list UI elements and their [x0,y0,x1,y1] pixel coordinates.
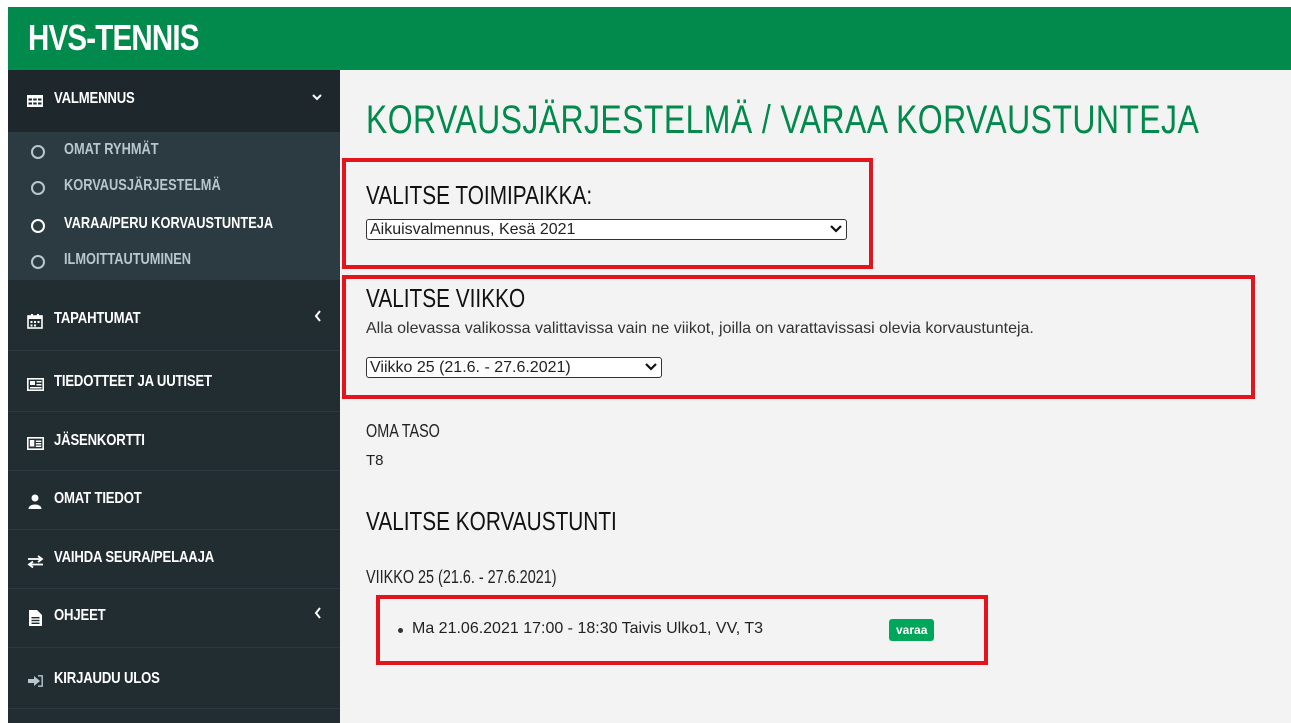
book-button[interactable]: varaa [889,619,935,641]
location-selected: Aikuisvalmennus, Kesä 2021 [370,221,576,238]
sidebar-item-label: VALMENNUS [54,90,135,107]
id-card-icon [26,434,44,452]
location-title: VALITSE TOIMIPAIKKA: [366,180,593,210]
submenu-label: ILMOITTAUTUMINEN [64,251,192,268]
sidebar-item-tapahtumat[interactable]: TAPAHTUMAT [8,292,340,351]
sidebar-item-valmennus[interactable]: VALMENNUS [8,70,340,132]
file-icon [26,609,44,627]
location-select[interactable]: Aikuisvalmennus, Kesä 2021 [366,219,847,240]
submenu-item-omat-ryhmat[interactable]: OMAT RYHMÄT [8,138,340,166]
sidebar-submenu: OMAT RYHMÄT KORVAUSJÄRJESTELMÄ VARAA/PER… [8,132,340,280]
level-value: T8 [366,452,384,469]
sidebar-item-label: JÄSENKORTTI [54,432,145,449]
chevron-left-icon [314,606,322,622]
sidebar-item-tiedotteet[interactable]: TIEDOTTEET JA UUTISET [8,353,340,412]
main-content: KORVAUSJÄRJESTELMÄ / VARAA KORVAUSTUNTEJ… [340,70,1291,723]
submenu-label: KORVAUSJÄRJESTELMÄ [64,177,221,194]
circle-icon [31,181,45,195]
sidebar-item-label: OMAT TIEDOT [54,490,142,507]
exchange-icon [26,552,44,570]
week-hint: Alla olevassa valikossa valittavissa vai… [366,320,1034,337]
calendar-icon [26,312,44,330]
top-header: HVS-TENNIS [8,7,1291,70]
highlight-box [342,158,873,269]
lesson-week-label: VIIKKO 25 (21.6. - 27.6.2021) [366,567,557,587]
submenu-label: OMAT RYHMÄT [64,141,159,158]
circle-icon [31,255,45,269]
chevron-down-icon [312,88,322,104]
lesson-slot: Ma 21.06.2021 17:00 - 18:30 Taivis Ulko1… [412,620,764,637]
sidebar-item-label: OHJEET [54,607,106,624]
submenu-item-ilmoittautuminen[interactable]: ILMOITTAUTUMINEN [8,248,340,276]
week-select[interactable]: Viikko 25 (21.6. - 27.6.2021) [366,357,662,378]
submenu-item-korvausjarjestelma[interactable]: KORVAUSJÄRJESTELMÄ [8,174,340,202]
week-title: VALITSE VIIKKO [366,283,526,313]
sidebar-item-vaihda-seura[interactable]: VAIHDA SEURA/PELAAJA [8,530,340,589]
sign-out-icon [26,672,44,690]
week-selected: Viikko 25 (21.6. - 27.6.2021) [370,359,571,376]
submenu-label: VARAA/PERU KORVAUSTUNTEJA [64,215,274,232]
table-icon [26,92,44,110]
sidebar-item-omat-tiedot[interactable]: OMAT TIEDOT [8,471,340,530]
sidebar-item-label: VAIHDA SEURA/PELAAJA [54,549,215,566]
user-icon [26,492,44,510]
bullet [398,628,403,633]
lesson-title: VALITSE KORVAUSTUNTI [366,506,617,536]
page-title: KORVAUSJÄRJESTELMÄ / VARAA KORVAUSTUNTEJ… [366,98,1200,142]
sidebar: VALMENNUS OMAT RYHMÄT KORVAUSJÄRJESTELMÄ… [8,70,340,723]
level-label: OMA TASO [366,421,440,441]
chevron-down-icon [645,358,657,377]
sidebar-item-label: KIRJAUDU ULOS [54,670,160,687]
sidebar-item-kirjaudu-ulos[interactable]: KIRJAUDU ULOS [8,650,340,709]
circle-icon [31,219,45,233]
sidebar-item-label: TAPAHTUMAT [54,310,141,327]
chevron-left-icon [314,309,322,325]
chevron-down-icon [830,220,842,239]
sidebar-item-jasenkortti[interactable]: JÄSENKORTTI [8,412,340,471]
sidebar-item-ohjeet[interactable]: OHJEET [8,589,340,648]
brand-logo[interactable]: HVS-TENNIS [28,17,199,59]
sidebar-item-label: TIEDOTTEET JA UUTISET [54,373,212,390]
newspaper-icon [26,375,44,393]
submenu-item-varaa-peru[interactable]: VARAA/PERU KORVAUSTUNTEJA [8,212,340,240]
circle-icon [31,145,45,159]
